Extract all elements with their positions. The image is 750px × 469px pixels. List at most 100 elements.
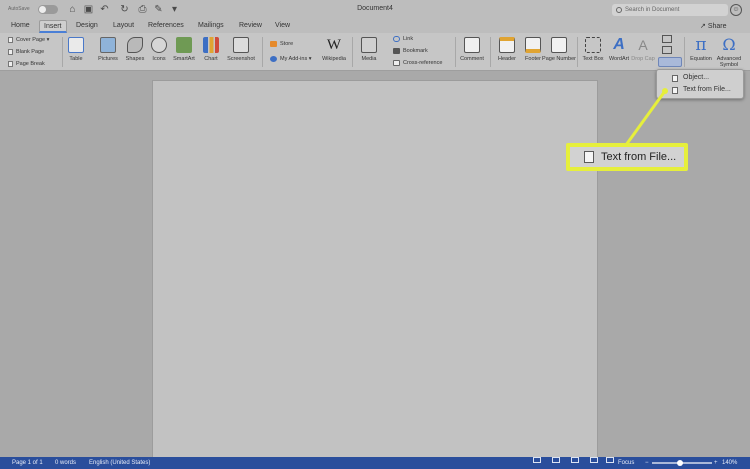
page-number-icon — [551, 37, 567, 53]
tab-home[interactable]: Home — [11, 22, 30, 29]
word-count[interactable]: 0 words — [55, 457, 76, 469]
cross-reference-label: Cross-reference — [403, 60, 443, 66]
cross-reference-icon — [393, 60, 400, 66]
tab-mailings[interactable]: Mailings — [198, 22, 224, 29]
object-dropdown-menu: Object... Text from File... — [656, 69, 744, 99]
search-placeholder: Search in Document — [625, 7, 680, 13]
chart-button[interactable]: Chart — [194, 33, 228, 71]
language-indicator[interactable]: English (United States) — [89, 457, 150, 469]
smartart-icon — [176, 37, 192, 53]
advanced-symbol-label: Advanced Symbol — [716, 56, 742, 68]
advanced-symbol-button[interactable]: Ω Advanced Symbol — [712, 33, 746, 71]
table-button[interactable]: Table — [59, 33, 93, 71]
media-button[interactable]: Media — [352, 33, 386, 71]
link-label: Link — [403, 36, 414, 42]
date-time-icon[interactable] — [662, 46, 672, 54]
blank-page-button[interactable]: Blank Page — [5, 47, 63, 59]
object-dropdown-button[interactable] — [658, 57, 682, 67]
comment-icon — [464, 37, 480, 53]
cover-page-button[interactable]: Cover Page ▾ — [5, 35, 63, 47]
ribbon-divider — [262, 37, 263, 67]
zoom-level[interactable]: 140% — [722, 457, 737, 469]
store-button[interactable]: Store — [270, 39, 293, 49]
media-label: Media — [361, 56, 377, 62]
header-icon — [499, 37, 515, 53]
bookmark-icon — [393, 48, 400, 54]
focus-label[interactable]: Focus — [618, 457, 634, 469]
media-icon — [361, 37, 377, 53]
ribbon-tabs: Home Insert Design Layout References Mai… — [0, 20, 750, 33]
callout-highlight: Text from File... — [566, 143, 688, 171]
pages-group: Cover Page ▾ Blank Page Page Break — [5, 35, 63, 71]
tab-review[interactable]: Review — [239, 22, 262, 29]
chart-label: Chart — [204, 56, 218, 62]
page-break-icon — [8, 61, 13, 67]
menu-item-object-label: Object... — [683, 74, 710, 81]
text-box-icon — [585, 37, 601, 53]
draft-view-icon[interactable] — [590, 457, 598, 463]
shapes-icon — [127, 37, 143, 53]
zoom-out-icon[interactable]: − — [645, 457, 649, 469]
wordart-icon: A — [613, 36, 625, 53]
print-layout-icon[interactable] — [533, 457, 541, 463]
zoom-in-icon[interactable]: + — [714, 457, 718, 469]
status-bar: Page 1 of 1 0 words English (United Stat… — [0, 457, 750, 469]
callout-text-from-file: Text from File... — [570, 147, 684, 167]
menu-item-text-from-file-label: Text from File... — [683, 86, 731, 93]
tab-insert[interactable]: Insert — [39, 20, 67, 33]
screenshot-icon — [233, 37, 249, 53]
table-icon — [68, 37, 84, 53]
page-number-label: Page Number — [542, 56, 576, 62]
cross-reference-button[interactable]: Cross-reference — [393, 58, 442, 68]
icons-icon — [151, 37, 167, 53]
my-addins-button[interactable]: My Add-ins ▾ — [270, 54, 312, 64]
title-bar: AutoSave ⌂ ▣ ↶ ↻ ⎙ ✎ ▾ Document4 Search … — [0, 0, 750, 20]
menu-item-object[interactable]: Object... — [657, 72, 743, 84]
menu-item-text-from-file[interactable]: Text from File... — [657, 84, 743, 96]
object-icon — [672, 75, 678, 82]
store-icon — [270, 41, 277, 47]
share-icon: ↗ — [700, 23, 708, 30]
my-addins-label: My Add-ins — [280, 56, 308, 62]
focus-icon[interactable] — [606, 457, 614, 463]
table-label: Table — [69, 56, 83, 62]
zoom-slider-handle[interactable] — [677, 460, 683, 466]
blank-page-label: Blank Page — [16, 49, 45, 55]
bookmark-button[interactable]: Bookmark — [393, 46, 428, 56]
footer-icon — [525, 37, 541, 53]
search-input[interactable]: Search in Document — [612, 4, 728, 16]
tab-view[interactable]: View — [275, 22, 290, 29]
wikipedia-button[interactable]: W Wikipedia — [316, 33, 352, 71]
drop-cap-icon: A — [638, 37, 648, 53]
callout-label: Text from File... — [601, 151, 677, 163]
link-icon — [393, 36, 400, 42]
blank-page-icon — [8, 49, 13, 55]
omega-icon: Ω — [722, 35, 736, 54]
ribbon-toolbar: Cover Page ▾ Blank Page Page Break Table… — [0, 33, 750, 71]
text-file-icon — [672, 87, 678, 94]
share-button[interactable]: ↗ Share — [700, 22, 727, 30]
tab-layout[interactable]: Layout — [113, 22, 134, 29]
document-page[interactable] — [152, 80, 598, 460]
link-button[interactable]: Link — [393, 34, 413, 44]
callout-line — [624, 90, 667, 146]
tab-references[interactable]: References — [148, 22, 184, 29]
web-layout-icon[interactable] — [552, 457, 560, 463]
cover-page-icon — [8, 37, 13, 43]
page-break-button[interactable]: Page Break — [5, 59, 63, 71]
feedback-smiley-icon[interactable]: ☺ — [730, 4, 742, 16]
signature-line-icon[interactable] — [662, 35, 672, 43]
tab-design[interactable]: Design — [76, 22, 98, 29]
page-break-label: Page Break — [16, 61, 45, 67]
screenshot-label: Screenshot — [227, 56, 255, 62]
page-number-button[interactable]: Page Number — [542, 33, 576, 71]
text-file-icon — [584, 151, 594, 163]
cover-page-label: Cover Page — [16, 37, 46, 43]
outline-view-icon[interactable] — [571, 457, 579, 463]
page-count[interactable]: Page 1 of 1 — [12, 457, 43, 469]
screenshot-button[interactable]: Screenshot — [224, 33, 258, 71]
bookmark-label: Bookmark — [403, 48, 428, 54]
comment-button[interactable]: Comment — [455, 33, 489, 71]
pictures-icon — [100, 37, 116, 53]
drop-cap-button[interactable]: A Drop Cap — [628, 33, 658, 71]
